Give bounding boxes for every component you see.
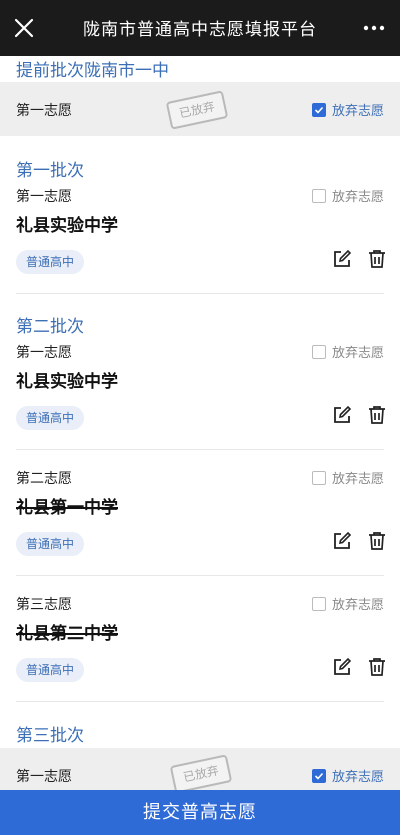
- checkbox-label: 放弃志愿: [331, 472, 384, 487]
- delete-icon[interactable]: [367, 531, 387, 551]
- abandon-checkbox[interactable]: 放弃志愿: [311, 342, 384, 361]
- batch3-title: 第三批次: [16, 726, 84, 746]
- school-name: 礼县第一中学: [16, 498, 118, 518]
- checkbox-icon: [311, 344, 326, 359]
- delete-icon[interactable]: [367, 249, 387, 269]
- delete-icon[interactable]: [367, 405, 387, 425]
- school-type-tag: 普通高中: [16, 658, 85, 682]
- school-name: 礼县实验中学: [16, 216, 118, 236]
- divider: [16, 293, 384, 294]
- abandon-checkbox[interactable]: 放弃志愿: [311, 186, 384, 205]
- delete-icon[interactable]: [367, 657, 387, 677]
- choice-label: 第一志愿: [16, 769, 72, 785]
- checkbox-label: 放弃志愿: [331, 104, 384, 119]
- choice-label: 第三志愿: [16, 597, 72, 613]
- checkbox-icon: [311, 188, 326, 203]
- edit-icon[interactable]: [332, 657, 352, 677]
- batch2-title: 第二批次: [16, 317, 84, 337]
- checkbox-checked-icon: [311, 768, 326, 783]
- checkbox-icon: [311, 596, 326, 611]
- checkbox-icon: [311, 470, 326, 485]
- close-icon[interactable]: [10, 14, 38, 42]
- edit-icon[interactable]: [332, 405, 352, 425]
- checkbox-checked-icon: [311, 102, 326, 117]
- choice-label: 第一志愿: [16, 103, 72, 119]
- school-type-tag: 普通高中: [16, 250, 85, 274]
- early-batch-title: 提前批次陇南市一中: [16, 61, 169, 81]
- edit-icon[interactable]: [332, 531, 352, 551]
- abandoned-stamp: 已放弃: [169, 754, 233, 794]
- edit-icon[interactable]: [332, 249, 352, 269]
- checkbox-label: 放弃志愿: [331, 598, 384, 613]
- school-type-tag: 普通高中: [16, 406, 85, 430]
- abandoned-stamp: 已放弃: [165, 90, 229, 130]
- choice-label: 第二志愿: [16, 471, 72, 487]
- abandon-checkbox[interactable]: 放弃志愿: [311, 100, 384, 119]
- abandon-checkbox[interactable]: 放弃志愿: [311, 468, 384, 487]
- divider: [16, 575, 384, 576]
- abandon-checkbox[interactable]: 放弃志愿: [311, 766, 384, 785]
- divider: [16, 449, 384, 450]
- top-bar: 陇南市普通高中志愿填报平台: [0, 0, 400, 56]
- checkbox-label: 放弃志愿: [331, 190, 384, 205]
- checkbox-label: 放弃志愿: [331, 346, 384, 361]
- school-type-tag: 普通高中: [16, 532, 85, 556]
- batch3-row: 第一志愿 已放弃 放弃志愿: [0, 748, 400, 794]
- batch1-title: 第一批次: [16, 161, 84, 181]
- choice-label: 第一志愿: [16, 345, 72, 361]
- checkbox-label: 放弃志愿: [331, 770, 384, 785]
- choice-label: 第一志愿: [16, 189, 72, 205]
- school-name: 礼县实验中学: [16, 372, 118, 392]
- divider: [16, 701, 384, 702]
- school-name: 礼县第二中学: [16, 624, 118, 644]
- page-title: 陇南市普通高中志愿填报平台: [83, 20, 317, 40]
- submit-button[interactable]: 提交普高志愿: [0, 790, 400, 835]
- abandon-checkbox[interactable]: 放弃志愿: [311, 594, 384, 613]
- more-options-icon[interactable]: [362, 16, 386, 40]
- early-batch-row: 第一志愿 已放弃 放弃志愿: [0, 82, 400, 136]
